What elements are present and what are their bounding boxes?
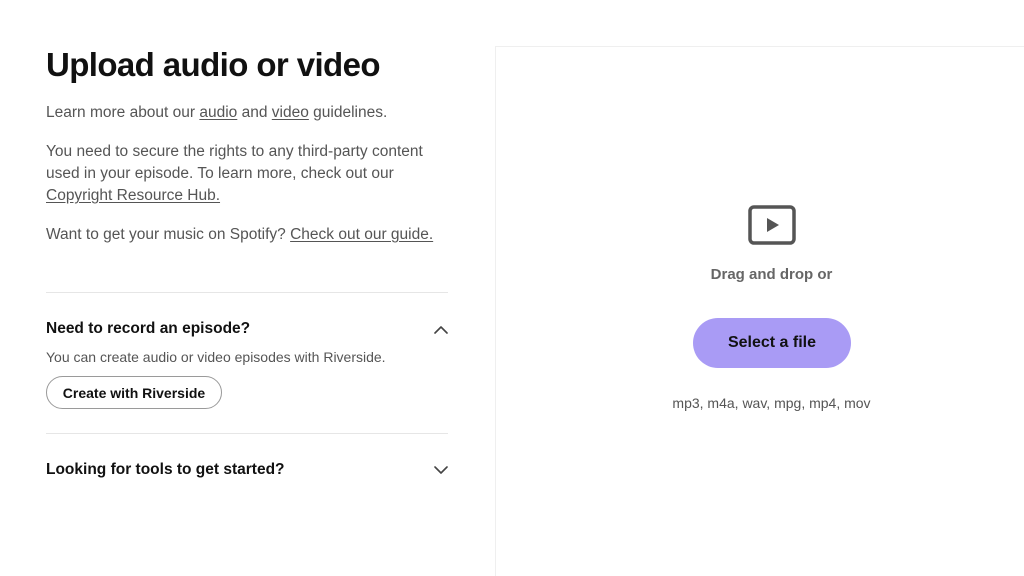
chevron-down-icon[interactable] bbox=[434, 463, 448, 477]
accordion-tools-header[interactable]: Looking for tools to get started? bbox=[46, 459, 448, 481]
rights-body: You need to secure the rights to any thi… bbox=[46, 143, 423, 182]
guidelines-text: Learn more about our audio and video gui… bbox=[46, 102, 448, 124]
create-with-riverside-button[interactable]: Create with Riverside bbox=[46, 376, 222, 409]
accordion-body-text: You can create audio or video episodes w… bbox=[46, 349, 386, 365]
copyright-hub-link[interactable]: Copyright Resource Hub. bbox=[46, 187, 220, 204]
guidelines-suffix: guidelines. bbox=[308, 104, 388, 121]
music-body: Want to get your music on Spotify? bbox=[46, 226, 291, 243]
video-guidelines-link[interactable]: video bbox=[272, 104, 309, 121]
accordion-title: Need to record an episode? bbox=[46, 320, 251, 337]
divider bbox=[46, 292, 448, 293]
audio-guidelines-link[interactable]: audio bbox=[199, 104, 237, 121]
upload-dropzone[interactable]: Drag and drop or Select a file mp3, m4a,… bbox=[495, 46, 1024, 576]
rights-text: You need to secure the rights to any thi… bbox=[46, 141, 448, 207]
guidelines-conjunction: and bbox=[237, 104, 272, 121]
chevron-up-icon[interactable] bbox=[434, 322, 448, 336]
music-guide-link[interactable]: Check out our guide. bbox=[290, 226, 433, 243]
divider bbox=[46, 433, 448, 434]
page-title: Upload audio or video bbox=[46, 46, 381, 83]
music-text: Want to get your music on Spotify? Check… bbox=[46, 224, 448, 246]
drag-drop-text: Drag and drop or bbox=[710, 266, 833, 283]
accordion-record-episode-header[interactable]: Need to record an episode? bbox=[46, 318, 448, 340]
video-icon bbox=[748, 205, 796, 245]
guidelines-prefix: Learn more about our bbox=[46, 104, 200, 121]
supported-formats-text: mp3, m4a, wav, mpg, mp4, mov bbox=[672, 395, 871, 411]
select-file-button[interactable]: Select a file bbox=[693, 318, 851, 368]
accordion-title: Looking for tools to get started? bbox=[46, 461, 285, 478]
